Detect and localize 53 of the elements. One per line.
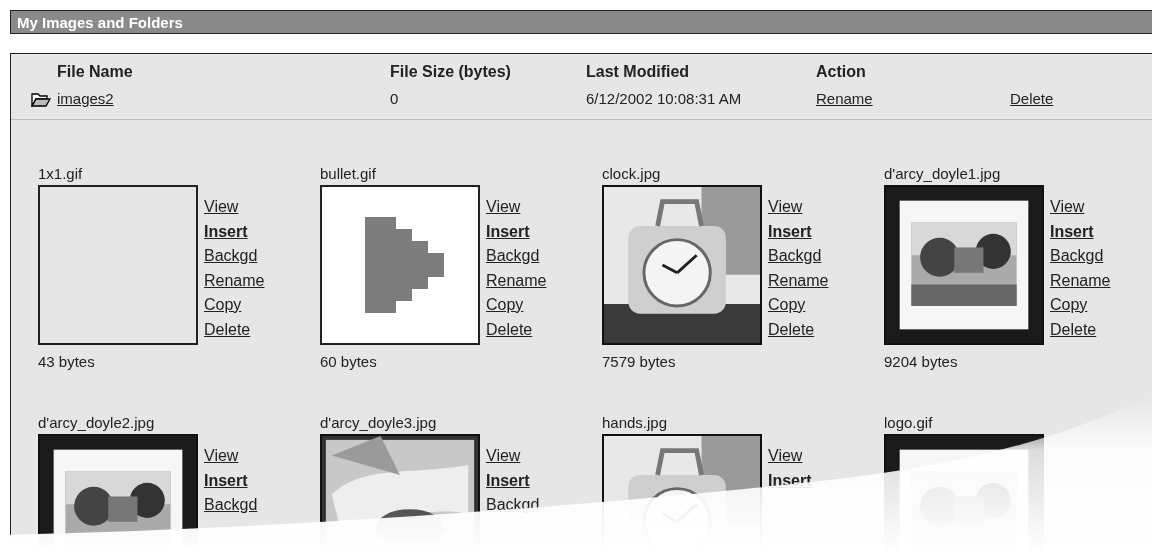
image-action-link[interactable]: Copy [1050,293,1111,318]
image-action-link[interactable]: Insert [768,219,829,244]
image-action-link[interactable]: Insert [1050,219,1111,244]
image-action-link[interactable]: Insert [486,468,540,493]
image-action-link[interactable]: Rename [486,268,547,293]
section-title: My Images and Folders [17,13,183,31]
image-action-link[interactable]: Delete [204,317,265,342]
image-action-link[interactable]: Copy [204,293,265,318]
image-action-link[interactable]: Rename [768,268,829,293]
file-name: bullet.gif [320,164,377,184]
file-name: 1x1.gif [38,164,84,184]
file-name: logo.gif [884,413,934,433]
image-action-link[interactable]: Delete [486,317,547,342]
table-cell: 0 [390,90,399,107]
image-action-link[interactable]: View [768,195,829,220]
file-size: 43 bytes [38,353,96,372]
folder-link[interactable]: images2 [57,90,114,107]
image-action-link[interactable]: Rename [1050,268,1111,293]
image-action-link[interactable]: Rename [204,268,265,293]
column-header: Action [816,63,866,80]
image-action-link[interactable]: Insert [486,219,547,244]
file-size: 60 bytes [320,353,378,372]
image-action-link[interactable]: Insert [204,219,265,244]
image-action-link[interactable]: Delete [768,317,829,342]
image-action-link[interactable]: Copy [768,293,829,318]
image-action-link[interactable]: Backgd [204,244,265,269]
column-header: File Name [57,63,133,80]
file-name: clock.jpg [602,164,662,184]
image-action-link[interactable]: View [204,195,265,220]
image-action-link[interactable]: Backgd [768,244,829,269]
image-action-link[interactable]: View [1050,195,1111,220]
image-action-link[interactable]: Insert [204,468,258,493]
image-action-link[interactable]: View [204,444,258,469]
open-folder-icon [31,90,51,107]
action-link[interactable]: Delete [1010,90,1054,107]
file-name: d'arcy_doyle3.jpg [320,413,438,433]
action-link[interactable]: Rename [816,90,1010,107]
file-size: 9204 bytes [884,353,959,372]
image-action-link[interactable]: View [486,444,540,469]
image-action-link[interactable]: Backgd [204,493,258,518]
image-action-link[interactable]: View [768,444,812,469]
image-action-link[interactable]: Copy [486,293,547,318]
file-name: d'arcy_doyle2.jpg [38,413,156,433]
image-action-link[interactable]: Delete [1050,317,1111,342]
file-name: hands.jpg [602,413,669,433]
file-size: 7579 bytes [602,353,677,372]
image-action-link[interactable]: Backgd [1050,244,1111,269]
file-name: d'arcy_doyle1.jpg [884,164,1002,184]
image-action-link[interactable]: Backgd [486,244,547,269]
column-header: File Size (bytes) [390,63,511,80]
column-header: Last Modified [586,63,690,80]
table-cell: 6/12/2002 10:08:31 AM [586,90,742,107]
image-action-link[interactable]: View [486,195,547,220]
